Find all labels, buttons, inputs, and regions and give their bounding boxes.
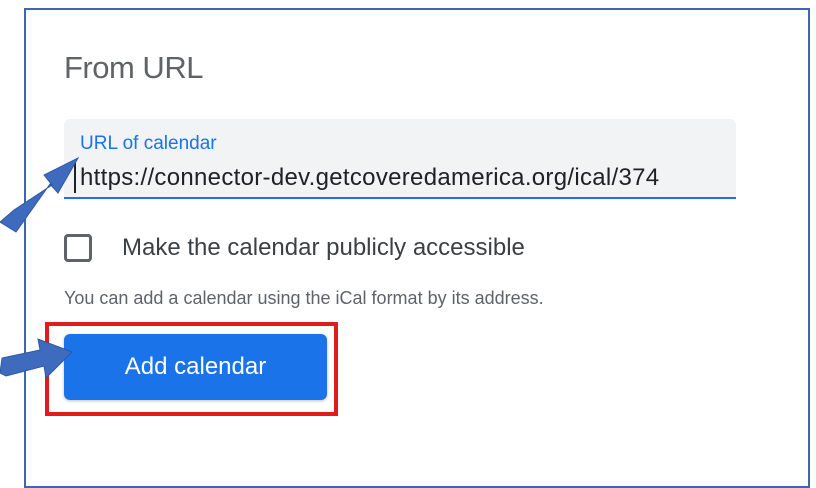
url-of-calendar-field[interactable]: URL of calendar: [64, 119, 740, 199]
help-text: You can add a calendar using the iCal fo…: [64, 288, 544, 308]
public-access-label[interactable]: Make the calendar publicly accessible: [122, 233, 525, 263]
url-input[interactable]: [74, 163, 740, 193]
annotation-arrow-button-icon: [0, 338, 73, 380]
public-access-option[interactable]: Make the calendar publicly accessible: [64, 230, 525, 266]
